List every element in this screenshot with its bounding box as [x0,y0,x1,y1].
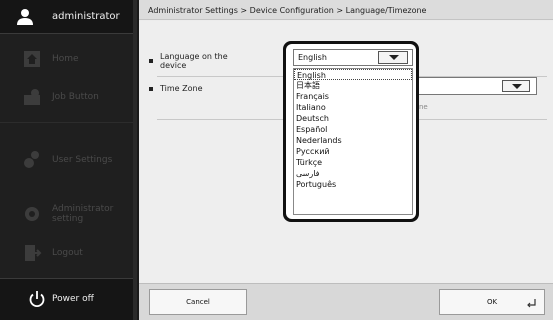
bullet-icon [149,87,153,91]
settings-content: Language on the device Time Zone ne Engl… [139,21,553,283]
sidebar-item-label: Logout [52,248,83,258]
power-off-button[interactable]: Power off [0,278,133,320]
timezone-label: Time Zone [160,84,203,93]
sidebar-item-job-button[interactable]: Job Button [0,78,133,116]
language-option[interactable]: English [294,69,412,80]
language-dropdown-popup: English English 日本語 Français Italiano De… [283,41,419,222]
job-button-icon [24,89,40,105]
language-option[interactable]: Español [294,124,412,135]
language-option[interactable]: Português [294,179,412,190]
cancel-button-label: Cancel [186,298,210,306]
sidebar-item-label: Home [52,54,79,64]
sidebar: administrator Home Job Button User Setti… [0,0,133,320]
sidebar-item-label: Job Button [52,92,99,102]
bullet-icon [149,59,153,63]
power-icon [29,291,45,308]
language-options-list: English 日本語 Français Italiano Deutsch Es… [293,68,413,215]
chevron-down-icon[interactable] [378,51,408,64]
language-option[interactable]: 日本語 [294,80,412,91]
language-option[interactable]: فارسی [294,168,412,179]
user-bar: administrator [0,0,133,34]
user-name: administrator [52,11,120,22]
sidebar-item-label: User Settings [52,155,113,165]
bottom-action-bar: Cancel OK [139,283,553,320]
breadcrumb: Administrator Settings > Device Configur… [139,0,553,20]
ok-button[interactable]: OK [439,289,545,315]
main-panel: Administrator Settings > Device Configur… [137,0,553,320]
cancel-button[interactable]: Cancel [149,289,247,315]
language-label: Language on the device [160,52,228,70]
language-dropdown-inner: English English 日本語 Français Italiano De… [286,44,416,219]
language-option[interactable]: Türkçe [294,157,412,168]
sidebar-item-logout[interactable]: Logout [0,234,133,272]
administrator-setting-icon [25,207,39,221]
ok-button-label: OK [486,298,498,306]
sidebar-item-label: Administrator setting [52,204,114,224]
enter-icon [527,299,536,308]
home-icon [24,51,40,67]
language-option[interactable]: Русский [294,146,412,157]
language-select[interactable]: English [293,49,413,66]
sidebar-item-administrator-setting[interactable]: Administrator setting [0,195,133,233]
sidebar-item-home[interactable]: Home [0,40,133,78]
chevron-down-icon[interactable] [502,80,530,92]
timezone-hint: ne [419,103,428,111]
language-option[interactable]: Italiano [294,102,412,113]
sidebar-item-user-settings[interactable]: User Settings [0,140,133,178]
timezone-select[interactable] [414,77,537,95]
language-option[interactable]: Deutsch [294,113,412,124]
user-settings-icon [24,151,39,168]
language-option[interactable]: Français [294,91,412,102]
logout-icon [25,245,42,261]
language-current-value: English [298,53,327,62]
language-option[interactable]: Nederlands [294,135,412,146]
sidebar-divider [0,122,133,123]
user-icon [17,9,33,25]
power-off-label: Power off [52,294,94,304]
